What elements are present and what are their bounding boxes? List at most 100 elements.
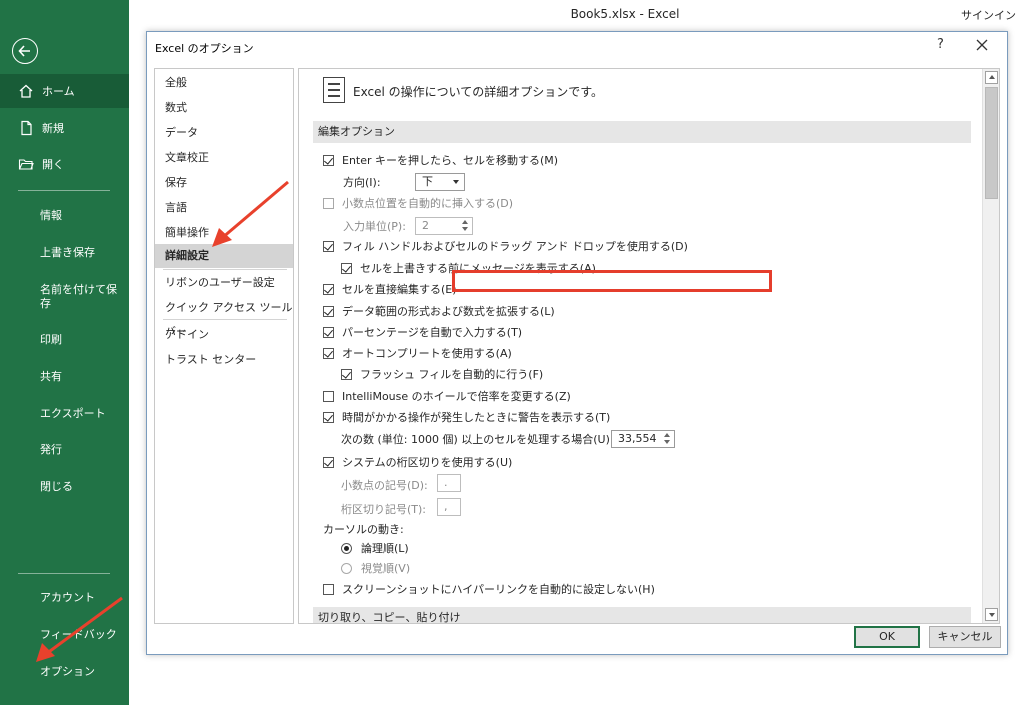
- backstage-save[interactable]: 上書き保存: [0, 235, 129, 269]
- checkbox-enter-move[interactable]: [323, 154, 334, 166]
- checkbox-auto-percent[interactable]: [323, 326, 334, 338]
- spinner-arrows-icon[interactable]: [664, 432, 671, 446]
- nav-quick-access-toolbar[interactable]: クイック アクセス ツール バー: [155, 296, 293, 338]
- home-icon: [18, 83, 34, 99]
- backstage-home[interactable]: ホーム: [0, 74, 129, 108]
- cancel-button[interactable]: キャンセル: [929, 626, 1001, 648]
- option-autocomplete-label: オートコンプリートを使用する(A): [342, 347, 512, 360]
- scroll-thumb[interactable]: [985, 87, 998, 199]
- checkbox-no-hyperlink[interactable]: [323, 583, 334, 595]
- backstage-info[interactable]: 情報: [0, 198, 129, 232]
- places-spinner[interactable]: 2: [415, 217, 473, 235]
- direction-dropdown[interactable]: 下: [415, 173, 465, 191]
- option-autocomplete[interactable]: オートコンプリートを使用する(A): [323, 344, 512, 362]
- thousands-sep-value: ,: [444, 500, 448, 513]
- option-enter-move[interactable]: Enter キーを押したら、セルを移動する(M): [323, 151, 558, 169]
- thousands-sep-label: 桁区切り記号(T):: [341, 500, 426, 518]
- backstage-share[interactable]: 共有: [0, 359, 129, 393]
- option-extend-formats[interactable]: データ範囲の形式および数式を拡張する(L): [323, 302, 555, 320]
- option-intellimouse[interactable]: IntelliMouse のホイールで倍率を変更する(Z): [323, 387, 571, 405]
- option-auto-percent[interactable]: パーセンテージを自動で入力する(T): [323, 323, 522, 341]
- direction-label-text: 方向(I):: [343, 176, 381, 189]
- sign-in-link[interactable]: サインイン: [961, 7, 1016, 23]
- nav-formulas[interactable]: 数式: [155, 96, 293, 120]
- nav-divider: [163, 269, 287, 270]
- nav-accessibility[interactable]: 簡単操作: [155, 221, 293, 245]
- cells-value: 33,554: [618, 432, 657, 445]
- help-button[interactable]: ?: [937, 37, 944, 52]
- decimal-sep-label: 小数点の記号(D):: [341, 476, 428, 494]
- cells-spinner[interactable]: 33,554: [611, 430, 675, 448]
- spinner-arrows-icon[interactable]: [462, 219, 469, 233]
- option-flash-fill[interactable]: フラッシュ フィルを自動的に行う(F): [341, 365, 543, 383]
- nav-save[interactable]: 保存: [155, 171, 293, 195]
- nav-addins[interactable]: アドイン: [155, 323, 293, 347]
- checkbox-auto-decimal[interactable]: [323, 197, 334, 209]
- option-edit-directly[interactable]: セルを直接編集する(E): [323, 280, 457, 298]
- places-value: 2: [422, 219, 429, 232]
- backstage-print[interactable]: 印刷: [0, 322, 129, 356]
- option-no-hyperlink[interactable]: スクリーンショットにハイパーリンクを自動的に設定しない(H): [323, 580, 655, 598]
- option-enter-move-label: Enter キーを押したら、セルを移動する(M): [342, 154, 559, 167]
- nav-trust-center[interactable]: トラスト センター: [155, 348, 293, 372]
- option-alert-slow-label: 時間がかかる操作が発生したときに警告を表示する(T): [342, 411, 611, 424]
- backstage-share-label: 共有: [40, 370, 62, 383]
- backstage-close-label: 閉じる: [40, 480, 73, 493]
- option-auto-decimal[interactable]: 小数点位置を自動的に挿入する(D): [323, 194, 513, 212]
- nav-advanced[interactable]: 詳細設定: [155, 244, 293, 268]
- option-auto-percent-label: パーセンテージを自動で入力する(T): [342, 326, 523, 339]
- checkbox-edit-directly[interactable]: [323, 283, 334, 295]
- checkbox-extend-formats[interactable]: [323, 305, 334, 317]
- cells-label-text: 次の数 (単位: 1000 個) 以上のセルを処理する場合(U):: [341, 433, 614, 446]
- direction-value: 下: [422, 175, 433, 188]
- backstage-options[interactable]: オプション: [0, 654, 129, 688]
- option-logical[interactable]: 論理順(L): [341, 539, 409, 557]
- checkbox-alert-slow[interactable]: [323, 411, 334, 423]
- nav-proofing[interactable]: 文章校正: [155, 146, 293, 170]
- backstage-save-label: 上書き保存: [40, 246, 95, 259]
- scroll-down-icon[interactable]: [985, 608, 998, 621]
- decimal-sep-input[interactable]: .: [437, 474, 461, 492]
- radio-logical[interactable]: [341, 542, 352, 554]
- nav-customize-ribbon[interactable]: リボンのユーザー設定: [155, 271, 293, 295]
- cursor-movement-label-text: カーソルの動き:: [323, 523, 404, 536]
- backstage-publish[interactable]: 発行: [0, 432, 129, 466]
- option-visual[interactable]: 視覚順(V): [341, 559, 410, 577]
- close-icon[interactable]: [973, 36, 991, 54]
- nav-data[interactable]: データ: [155, 121, 293, 145]
- backstage-new[interactable]: 新規: [0, 111, 129, 145]
- checkbox-autocomplete[interactable]: [323, 347, 334, 359]
- checkbox-fill-handle[interactable]: [323, 240, 334, 252]
- backstage-export[interactable]: エクスポート: [0, 396, 129, 430]
- nav-language[interactable]: 言語: [155, 196, 293, 220]
- checkbox-alert-overwrite[interactable]: [341, 262, 352, 274]
- back-arrow-icon[interactable]: [12, 38, 38, 64]
- checkbox-intellimouse[interactable]: [323, 390, 334, 402]
- option-fill-handle-label: フィル ハンドルおよびセルのドラッグ アンド ドロップを使用する(D): [342, 240, 688, 253]
- option-system-sep[interactable]: システムの桁区切りを使用する(U): [323, 453, 512, 471]
- backstage-save-as[interactable]: 名前を付けて保存: [0, 283, 118, 313]
- backstage-publish-label: 発行: [40, 443, 62, 456]
- thousands-sep-label-text: 桁区切り記号(T):: [341, 503, 427, 516]
- option-flash-fill-label: フラッシュ フィルを自動的に行う(F): [360, 368, 544, 381]
- option-alert-slow[interactable]: 時間がかかる操作が発生したときに警告を表示する(T): [323, 408, 610, 426]
- checkbox-system-sep[interactable]: [323, 456, 334, 468]
- panel-header: Excel の操作についての詳細オプションです。: [353, 85, 604, 99]
- backstage-print-label: 印刷: [40, 333, 62, 346]
- advanced-options-panel: Excel の操作についての詳細オプションです。 編集オプション Enter キ…: [298, 68, 1000, 624]
- backstage-account[interactable]: アカウント: [0, 580, 129, 614]
- vertical-scrollbar[interactable]: [982, 69, 999, 623]
- option-fill-handle[interactable]: フィル ハンドルおよびセルのドラッグ アンド ドロップを使用する(D): [323, 237, 688, 255]
- nav-general[interactable]: 全般: [155, 71, 293, 95]
- backstage-open[interactable]: 開く: [0, 147, 129, 181]
- checkbox-flash-fill[interactable]: [341, 368, 352, 380]
- backstage-feedback[interactable]: フィードバック: [0, 617, 129, 651]
- backstage-account-label: アカウント: [40, 591, 95, 604]
- places-label-text: 入力単位(P):: [343, 220, 406, 233]
- backstage-close[interactable]: 閉じる: [0, 469, 129, 503]
- radio-visual[interactable]: [341, 562, 352, 574]
- scroll-up-icon[interactable]: [985, 71, 998, 84]
- option-intellimouse-label: IntelliMouse のホイールで倍率を変更する(Z): [342, 390, 571, 403]
- thousands-sep-input[interactable]: ,: [437, 498, 461, 516]
- ok-button[interactable]: OK: [854, 626, 920, 648]
